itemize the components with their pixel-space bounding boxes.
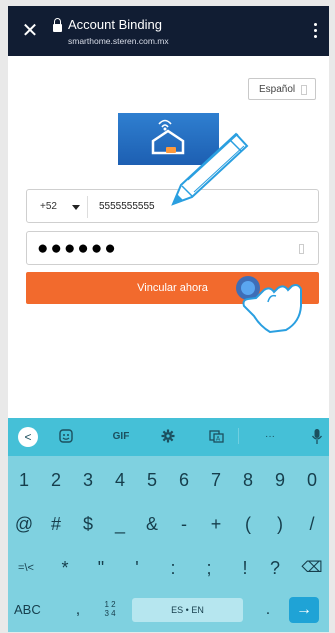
numpad-key-bottom: 3 4 [104, 609, 116, 618]
key-4[interactable]: 4 [104, 460, 136, 500]
key-comma[interactable]: , [68, 590, 88, 630]
app-screen: ✕ Account Binding smarthome.steren.com.m… [8, 6, 329, 632]
page-url: smarthome.steren.com.mx [68, 36, 169, 46]
language-selector[interactable]: Español [248, 78, 316, 100]
backspace-icon[interactable]: ⌫ [296, 548, 328, 588]
key-slash[interactable]: / [296, 504, 328, 544]
key-double-quote[interactable]: " [84, 548, 118, 588]
key-9[interactable]: 9 [264, 460, 296, 500]
brand-logo [118, 113, 219, 165]
key-hash[interactable]: # [40, 504, 72, 544]
key-more-symbols[interactable]: =\< [8, 548, 44, 588]
settings-gear-icon[interactable] [158, 428, 178, 446]
keyboard-toolbar: < GIF A ··· [8, 418, 329, 456]
keyboard-row-symbols-2: =\< * " ' : ; ! ? ⌫ [8, 548, 329, 588]
key-open-paren[interactable]: ( [232, 504, 264, 544]
field-divider [87, 196, 88, 218]
emoji-icon[interactable] [56, 428, 76, 446]
key-asterisk[interactable]: * [48, 548, 82, 588]
home-wifi-logo-icon [151, 119, 185, 155]
key-colon[interactable]: : [156, 548, 190, 588]
key-5[interactable]: 5 [136, 460, 168, 500]
key-3[interactable]: 3 [72, 460, 104, 500]
key-6[interactable]: 6 [168, 460, 200, 500]
close-icon[interactable]: ✕ [20, 21, 40, 41]
key-close-paren[interactable]: ) [264, 504, 296, 544]
key-0[interactable]: 0 [296, 460, 328, 500]
translate-icon[interactable]: A [206, 428, 226, 446]
abc-key[interactable]: ABC [14, 590, 50, 630]
more-options-icon[interactable]: ··· [258, 428, 282, 446]
key-question[interactable]: ? [260, 548, 290, 588]
country-code[interactable]: +52 [40, 201, 57, 212]
keyboard-row-symbols-1: @ # $ _ & - + ( ) / [8, 504, 329, 544]
page-title: Account Binding [68, 17, 162, 32]
phone-number-value[interactable]: 5555555555 [99, 201, 155, 212]
key-at[interactable]: @ [8, 504, 40, 544]
soft-keyboard: < GIF A ··· 1 2 3 4 5 6 7 8 9 0 @ # $ _ … [8, 418, 329, 632]
key-ampersand[interactable]: & [136, 504, 168, 544]
collapse-toolbar-icon[interactable]: < [18, 427, 38, 447]
password-mask[interactable]: ●●●●●● [37, 239, 118, 259]
bind-now-button[interactable]: Vincular ahora [26, 272, 319, 304]
language-label: Español [259, 84, 296, 95]
password-input[interactable]: ●●●●●● [26, 231, 319, 265]
key-7[interactable]: 7 [200, 460, 232, 500]
key-1[interactable]: 1 [8, 460, 40, 500]
microphone-icon[interactable] [310, 428, 324, 446]
numpad-key[interactable]: 1 2 3 4 [100, 600, 120, 622]
key-dollar[interactable]: $ [72, 504, 104, 544]
key-semicolon[interactable]: ; [192, 548, 226, 588]
more-vertical-icon[interactable] [309, 22, 321, 40]
country-code-dropdown-icon[interactable] [72, 205, 80, 210]
key-plus[interactable]: + [200, 504, 232, 544]
dropdown-icon [301, 85, 307, 95]
keyboard-row-bottom: ABC , 1 2 3 4 ES • EN . → [8, 590, 329, 630]
phone-input[interactable]: +52 5555555555 [26, 189, 319, 223]
key-minus[interactable]: - [168, 504, 200, 544]
space-key[interactable]: ES • EN [132, 598, 243, 622]
key-exclamation[interactable]: ! [228, 548, 262, 588]
lock-icon [53, 18, 62, 32]
enter-arrow-icon[interactable]: → [289, 597, 319, 623]
toolbar-divider [238, 428, 239, 444]
key-single-quote[interactable]: ' [120, 548, 154, 588]
gif-button[interactable]: GIF [106, 428, 136, 446]
numpad-key-top: 1 2 [104, 600, 116, 609]
keyboard-row-numbers: 1 2 3 4 5 6 7 8 9 0 [8, 460, 329, 500]
top-bar: ✕ Account Binding smarthome.steren.com.m… [8, 6, 329, 56]
show-password-icon[interactable] [299, 244, 304, 254]
key-period[interactable]: . [258, 590, 278, 630]
key-2[interactable]: 2 [40, 460, 72, 500]
key-underscore[interactable]: _ [104, 504, 136, 544]
key-8[interactable]: 8 [232, 460, 264, 500]
